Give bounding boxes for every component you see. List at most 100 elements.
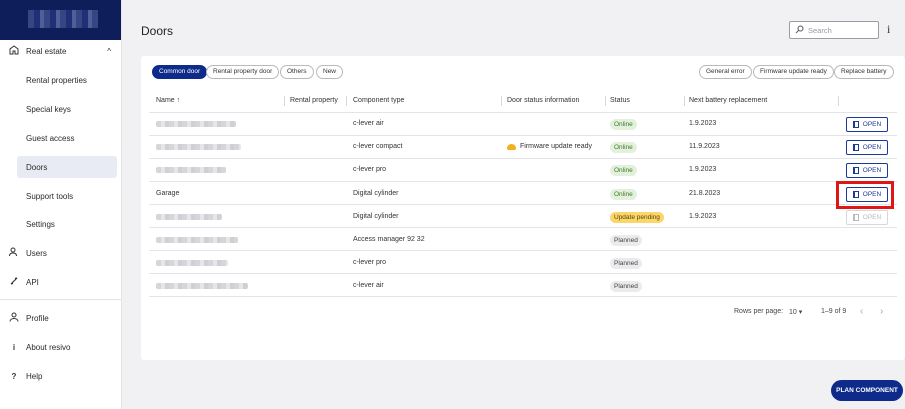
col-header-status[interactable]: Status (610, 97, 630, 104)
row-battery: 1.9.2023 (689, 213, 717, 220)
search-input[interactable] (808, 24, 876, 36)
col-header-door-status-info[interactable]: Door status information (507, 97, 579, 104)
row-divider (149, 204, 897, 205)
col-divider (838, 96, 839, 106)
nav-guest-access[interactable]: Guest access (0, 127, 121, 149)
info-icon[interactable]: i (887, 22, 890, 37)
row-component: c-lever air (353, 282, 384, 289)
status-badge: Online (610, 189, 637, 200)
api-icon (9, 276, 19, 288)
row-name-redacted (156, 283, 248, 289)
person-icon (9, 312, 19, 324)
rows-per-page-select[interactable]: 10 ▾ (789, 308, 802, 316)
row-battery: 1.9.2023 (689, 166, 717, 173)
chevron-up-icon[interactable]: ^ (107, 47, 111, 56)
search-box[interactable] (789, 21, 879, 39)
row-divider (149, 227, 897, 228)
col-header-rental-property[interactable]: Rental property (290, 97, 338, 104)
row-name-redacted (156, 121, 236, 127)
door-icon (852, 144, 859, 151)
filter-chip-rental-property-door[interactable]: Rental property door (206, 65, 280, 79)
info-icon: i (12, 342, 16, 352)
open-button[interactable]: OPEN (846, 140, 888, 155)
building-icon (9, 45, 19, 57)
row-divider (149, 158, 897, 159)
row-battery: 21.8.2023 (689, 190, 721, 197)
filter-chip-replace-battery[interactable]: Replace battery (834, 65, 894, 79)
col-header-battery[interactable]: Next battery replacement (689, 97, 767, 104)
status-badge: Planned (610, 235, 642, 246)
open-button-disabled: OPEN (846, 210, 888, 225)
door-icon (852, 167, 859, 174)
rows-per-page-label: Rows per page: (734, 308, 784, 315)
row-divider (149, 135, 897, 136)
nav-api[interactable]: API (0, 271, 121, 293)
nav-help-label: Help (26, 371, 43, 381)
nav-settings-label: Settings (26, 219, 55, 229)
filter-chip-common-door[interactable]: Common door (152, 65, 208, 79)
nav-doors[interactable]: Doors (17, 156, 117, 178)
status-badge: Planned (610, 258, 642, 269)
nav-settings[interactable]: Settings (0, 213, 121, 235)
users-icon (9, 247, 19, 259)
nav-guest-access-label: Guest access (26, 133, 75, 143)
nav-about-label: About resivo (26, 342, 71, 352)
dropdown-arrow-icon: ▾ (798, 309, 803, 316)
row-component: Digital cylinder (353, 213, 399, 220)
nav-help[interactable]: ? Help (0, 365, 121, 387)
row-divider (149, 273, 897, 274)
page-range: 1–9 of 9 (821, 308, 847, 315)
row-name: Garage (156, 190, 180, 197)
sidebar: Real estate ^ Rental properties Special … (0, 0, 122, 409)
col-header-name[interactable]: Name ↑ (156, 97, 180, 104)
nav-users-label: Users (26, 248, 47, 258)
row-component: c-lever compact (353, 143, 403, 150)
row-name-redacted (156, 260, 228, 266)
row-component: Digital cylinder (353, 190, 399, 197)
prev-page-button[interactable]: ‹ (860, 306, 863, 317)
highlight-box (836, 181, 894, 209)
open-button[interactable]: OPEN (846, 117, 888, 132)
col-divider (501, 96, 502, 106)
filter-chip-firmware-update-ready[interactable]: Firmware update ready (753, 65, 834, 79)
brand-logo[interactable] (0, 0, 121, 40)
nav-users[interactable]: Users (0, 242, 121, 264)
door-icon (852, 121, 859, 128)
nav-support-tools[interactable]: Support tools (0, 185, 121, 207)
open-button[interactable]: OPEN (846, 163, 888, 178)
nav-profile-label: Profile (26, 313, 49, 323)
next-page-button[interactable]: › (880, 306, 883, 317)
row-name-redacted (156, 214, 222, 220)
status-badge: Online (610, 165, 637, 176)
nav-real-estate-label: Real estate (26, 46, 67, 56)
row-name-redacted (156, 144, 241, 150)
header-divider (149, 112, 897, 113)
filter-chip-new[interactable]: New (316, 65, 344, 79)
open-button-label: OPEN (862, 144, 882, 151)
row-component: c-lever pro (353, 259, 387, 266)
nav-real-estate[interactable]: Real estate ^ (0, 40, 121, 62)
nav-api-label: API (26, 277, 39, 287)
col-divider (284, 96, 285, 106)
page-title: Doors (141, 24, 174, 38)
col-header-component-type[interactable]: Component type (353, 97, 404, 104)
filter-chip-general-error[interactable]: General error (699, 65, 752, 79)
firmware-icon (507, 144, 516, 150)
nav-rental-properties-label: Rental properties (26, 75, 87, 85)
col-divider (346, 96, 347, 106)
row-divider (149, 250, 897, 251)
row-battery: 1.9.2023 (689, 120, 717, 127)
filter-chip-others[interactable]: Others (280, 65, 314, 79)
sidebar-divider (0, 299, 121, 300)
nav-profile[interactable]: Profile (0, 307, 121, 329)
row-name-redacted (156, 167, 226, 173)
plan-component-button[interactable]: PLAN COMPONENT (831, 380, 903, 401)
open-button-label: OPEN (862, 214, 882, 221)
status-badge: Online (610, 142, 637, 153)
nav-about[interactable]: i About resivo (0, 336, 121, 358)
nav-special-keys[interactable]: Special keys (0, 98, 121, 120)
nav-rental-properties[interactable]: Rental properties (0, 69, 121, 91)
col-divider (684, 96, 685, 106)
row-name-redacted (156, 237, 238, 243)
open-button-label: OPEN (862, 121, 882, 128)
